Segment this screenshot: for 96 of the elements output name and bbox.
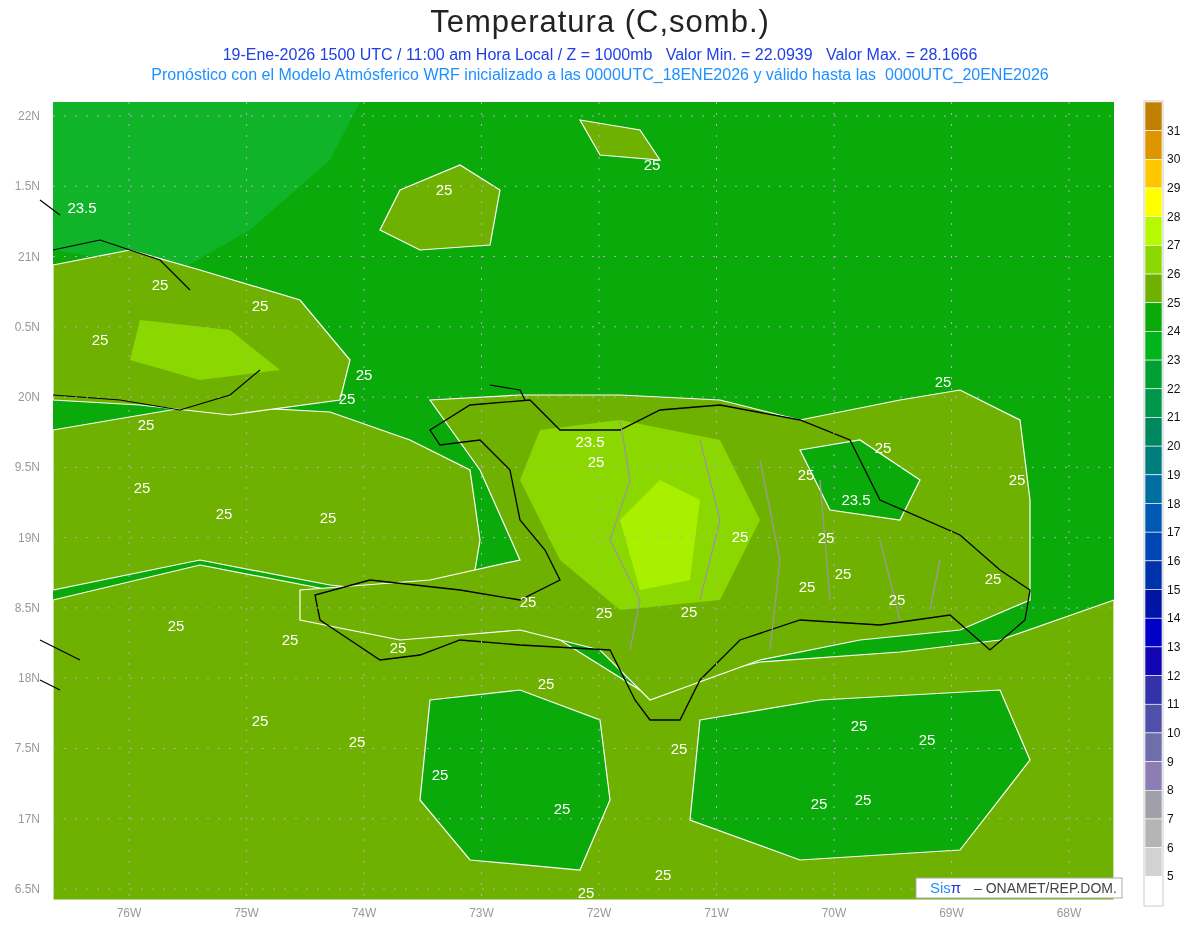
colorbar-label: 24 bbox=[1167, 324, 1181, 339]
contour-label: 25 bbox=[934, 373, 952, 390]
contour-label: 25 bbox=[319, 509, 337, 526]
credit-text: – ONAMET/REP.DOM. bbox=[974, 880, 1117, 896]
colorbar-label: 6 bbox=[1167, 840, 1174, 855]
contour-label: 25 bbox=[348, 733, 366, 750]
colorbar-label: 28 bbox=[1167, 209, 1181, 224]
latitude-label: 17N bbox=[18, 811, 40, 826]
contour-label: 25 bbox=[643, 156, 661, 173]
latitude-label: 9.5N bbox=[14, 460, 40, 475]
contour-label: 25 bbox=[435, 181, 453, 198]
contour-label: 25 bbox=[918, 731, 936, 748]
contour-label: 25 bbox=[670, 740, 688, 757]
colorbar-label: 9 bbox=[1167, 754, 1174, 769]
contour-label: 25 bbox=[731, 528, 749, 545]
contour-label: 25 bbox=[251, 297, 269, 314]
contour-label: 25 bbox=[137, 416, 155, 433]
longitude-label: 71W bbox=[704, 906, 729, 920]
contour-label: 25 bbox=[1008, 471, 1026, 488]
contour-label: 25 bbox=[215, 505, 233, 522]
contour-label: 25 bbox=[874, 439, 892, 456]
contour-label: 25 bbox=[850, 717, 868, 734]
longitude-label: 73W bbox=[469, 906, 494, 920]
contour-label: 25 bbox=[595, 604, 613, 621]
contour-label: 23.5 bbox=[575, 433, 605, 450]
contour-label: 25 bbox=[587, 453, 605, 470]
longitude-label: 70W bbox=[821, 906, 847, 920]
contour-label: 25 bbox=[553, 800, 571, 817]
colorbar-label: 13 bbox=[1167, 639, 1181, 654]
contour-label: 25 bbox=[577, 884, 595, 901]
brand-logo: Sisπ bbox=[930, 879, 962, 896]
chart-subtitle: 19-Ene-2026 1500 UTC / 11:00 am Hora Local / Z = 1000mb Valor Min. = 22.0939 Valor Max. = 28.1666 bbox=[222, 45, 978, 65]
contour-label: 25 bbox=[797, 466, 815, 483]
contour-label: 25 bbox=[537, 675, 555, 692]
colorbar-label: 7 bbox=[1167, 811, 1174, 826]
contour-label: 25 bbox=[281, 631, 299, 648]
colorbar-label: 14 bbox=[1167, 611, 1181, 626]
latitude-label: 18N bbox=[18, 671, 40, 686]
colorbar-label: 10 bbox=[1167, 725, 1181, 740]
latitude-label: 6.5N bbox=[14, 882, 40, 896]
colorbar-label: 23 bbox=[1167, 353, 1181, 368]
contour-label: 25 bbox=[133, 479, 151, 496]
contour-label: 25 bbox=[834, 565, 852, 582]
longitude-label: 69W bbox=[939, 906, 964, 920]
contour-label: 23.5 bbox=[841, 491, 871, 508]
contour-label: 25 bbox=[984, 570, 1002, 587]
contour-label: 25 bbox=[167, 617, 185, 634]
longitude-label: 75W bbox=[234, 906, 259, 920]
contour-label: 25 bbox=[854, 791, 872, 808]
colorbar-label: 19 bbox=[1167, 467, 1181, 482]
contour-label: 25 bbox=[251, 712, 269, 729]
colorbar-label: 25 bbox=[1167, 295, 1181, 310]
colorbar-label: 22 bbox=[1167, 381, 1181, 396]
colorbar-label: 5 bbox=[1167, 869, 1174, 884]
colorbar-label: 11 bbox=[1167, 697, 1180, 712]
contour-label: 25 bbox=[431, 766, 449, 783]
colorbar-label: 20 bbox=[1167, 439, 1181, 454]
latitude-label: 22N bbox=[18, 109, 40, 123]
latitude-label: 0.5N bbox=[14, 319, 40, 334]
contour-label: 25 bbox=[91, 331, 109, 348]
latitude-label: 7.5N bbox=[14, 741, 40, 756]
colorbar-label: 21 bbox=[1167, 410, 1181, 425]
colorbar-label: 26 bbox=[1167, 267, 1181, 282]
latitude-label: 19N bbox=[18, 530, 40, 545]
colorbar-label: 31 bbox=[1167, 123, 1181, 138]
colorbar-label: 18 bbox=[1167, 496, 1181, 511]
contour-label: 25 bbox=[654, 866, 672, 883]
latitude-label: 8.5N bbox=[14, 600, 40, 615]
contour-label: 25 bbox=[798, 578, 816, 595]
contour-label: 25 bbox=[389, 639, 407, 656]
contour-label: 25 bbox=[888, 591, 906, 608]
contour-label: 25 bbox=[519, 593, 537, 610]
colorbar-label: 8 bbox=[1167, 783, 1174, 798]
colorbar-label: 30 bbox=[1167, 152, 1181, 167]
contour-label: 25 bbox=[151, 276, 169, 293]
latitude-label: 21N bbox=[18, 249, 40, 264]
longitude-label: 74W bbox=[351, 906, 377, 920]
longitude-label: 72W bbox=[586, 906, 612, 920]
chart-description: Pronóstico con el Modelo Atmósferico WRF inicializado a las 0000UTC_18ENE2026 y válido hasta las 0000UTC_20ENE2026 bbox=[151, 65, 1049, 85]
chart-title: Temperatura (C,somb.) bbox=[430, 3, 770, 41]
longitude-label: 68W bbox=[1056, 906, 1082, 920]
contour-label: 23.5 bbox=[67, 199, 97, 216]
colorbar-label: 12 bbox=[1167, 668, 1181, 683]
contour-label: 25 bbox=[355, 366, 373, 383]
colorbar-label: 29 bbox=[1167, 181, 1181, 196]
colorbar-label: 15 bbox=[1167, 582, 1181, 597]
longitude-label: 76W bbox=[116, 906, 142, 920]
contour-label: 25 bbox=[810, 795, 828, 812]
contour-label: 25 bbox=[338, 390, 356, 407]
colorbar-label: 17 bbox=[1167, 525, 1181, 540]
latitude-label: 20N bbox=[18, 390, 40, 405]
colorbar-label: 16 bbox=[1167, 553, 1181, 568]
colorbar-label: 27 bbox=[1167, 238, 1181, 253]
contour-label: 25 bbox=[680, 603, 698, 620]
contour-label: 25 bbox=[817, 529, 835, 546]
latitude-label: 1.5N bbox=[14, 179, 40, 194]
